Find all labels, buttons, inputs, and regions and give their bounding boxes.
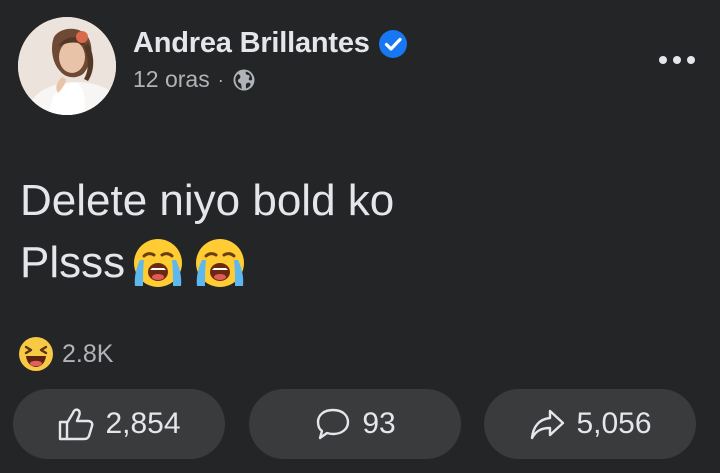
comment-count: 93 xyxy=(362,407,396,440)
avatar-photo xyxy=(18,17,116,115)
more-options-button[interactable] xyxy=(654,46,700,74)
meta-separator: · xyxy=(217,69,224,90)
share-arrow-icon xyxy=(528,405,566,443)
like-count: 2,854 xyxy=(105,407,181,440)
avatar[interactable] xyxy=(18,17,116,115)
more-dot xyxy=(687,56,695,64)
share-button[interactable]: 5,056 xyxy=(484,389,696,459)
post-text-line-2: Plsss xyxy=(20,232,700,294)
like-button[interactable]: 2,854 xyxy=(13,389,225,459)
facebook-post: Andrea Brillantes 12 oras · Delete niyo … xyxy=(0,0,720,473)
post-time[interactable]: 12 oras xyxy=(133,66,210,93)
loudly-crying-face-icon xyxy=(191,234,249,292)
post-meta: 12 oras · xyxy=(133,66,256,93)
comment-button[interactable]: 93 xyxy=(249,389,461,459)
haha-icon xyxy=(18,336,54,372)
post-text-line-2-text: Plsss xyxy=(20,238,126,287)
thumbs-up-icon xyxy=(57,405,95,443)
more-dot xyxy=(659,56,667,64)
reaction-count: 2.8K xyxy=(62,339,114,368)
post-text: Delete niyo bold ko Plsss xyxy=(20,170,700,294)
author-name[interactable]: Andrea Brillantes xyxy=(133,27,370,60)
share-count: 5,056 xyxy=(576,407,652,440)
verified-badge-icon xyxy=(378,29,408,59)
globe-icon[interactable] xyxy=(232,68,256,92)
comment-icon xyxy=(314,405,352,443)
action-bar: 2,854 93 5,056 xyxy=(13,389,706,459)
post-text-line-1: Delete niyo bold ko xyxy=(20,176,395,225)
loudly-crying-face-icon xyxy=(129,234,187,292)
author-header: Andrea Brillantes xyxy=(133,27,408,60)
reactions-summary[interactable]: 2.8K xyxy=(18,336,113,372)
more-dot xyxy=(673,56,681,64)
